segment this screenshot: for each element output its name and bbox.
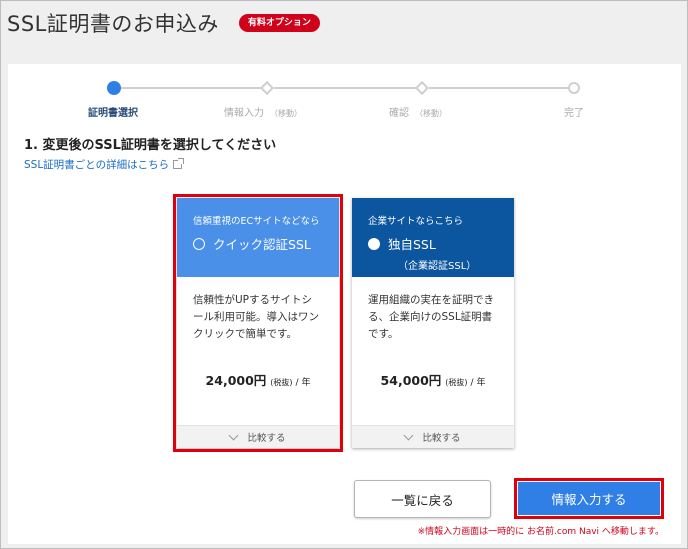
step-3-label: 確認 （移動） (389, 108, 447, 119)
dedicated-ssl-radio[interactable] (368, 237, 380, 250)
ssl-details-link-label: SSL証明書ごとの詳細はこちら (24, 159, 170, 171)
chevron-down-icon (404, 430, 414, 440)
card-price: 54,000円 (税抜) / 年 (380, 373, 486, 388)
compare-toggle[interactable]: 比較する (352, 425, 514, 448)
step-connector (429, 87, 572, 89)
paid-option-badge: 有料オプション (238, 14, 320, 32)
page-header: SSL証明書のお申込み 有料オプション (7, 7, 320, 39)
step-3-diamond-icon (414, 80, 430, 96)
step-connector (121, 87, 261, 89)
back-to-list-button[interactable]: 一覧に戻る (354, 480, 491, 518)
step-2-diamond-icon (259, 80, 275, 96)
quick-ssl-highlight-frame (173, 194, 343, 452)
step-4-circle-icon (568, 82, 580, 94)
dedicated-ssl-card[interactable]: 企業サイトならこちら 独自SSL （企業認証SSL） 運用組織の実在を証明できる… (352, 198, 514, 448)
navi-redirect-note: ※情報入力画面は一時的に お名前.com Navi へ移動します。 (417, 527, 664, 537)
step-1-label: 証明書選択 (88, 108, 138, 119)
ssl-details-link[interactable]: SSL証明書ごとの詳細はこちら (24, 157, 185, 172)
page-title: SSL証明書のお申込み (7, 12, 219, 36)
card-tagline: 企業サイトならこちら (368, 216, 464, 227)
progress-stepper: 証明書選択 情報入力 （移動） 確認 （移動） 完了 (8, 80, 681, 120)
section-heading: 1. 変更後のSSL証明書を選択してください (24, 138, 277, 153)
step-1-current-icon (107, 81, 121, 95)
step-2-label: 情報入力 （移動） (224, 108, 302, 119)
main-panel: 証明書選択 情報入力 （移動） 確認 （移動） 完了 1. 変更後のSSL証明書を選… (8, 64, 681, 544)
enter-info-button[interactable]: 情報入力する (518, 482, 660, 515)
card-product-subname: （企業認証SSL） (398, 261, 477, 272)
compare-label: 比較する (422, 433, 461, 444)
card-product-name: 独自SSL (388, 237, 436, 252)
card-description: 運用組織の実在を証明できる、企業向けのSSL証明書です。 (368, 294, 494, 340)
card-header[interactable]: 企業サイトならこちら 独自SSL （企業認証SSL） (352, 198, 514, 277)
external-link-icon (173, 158, 185, 169)
step-4-label: 完了 (564, 108, 584, 119)
step-connector (274, 87, 416, 89)
